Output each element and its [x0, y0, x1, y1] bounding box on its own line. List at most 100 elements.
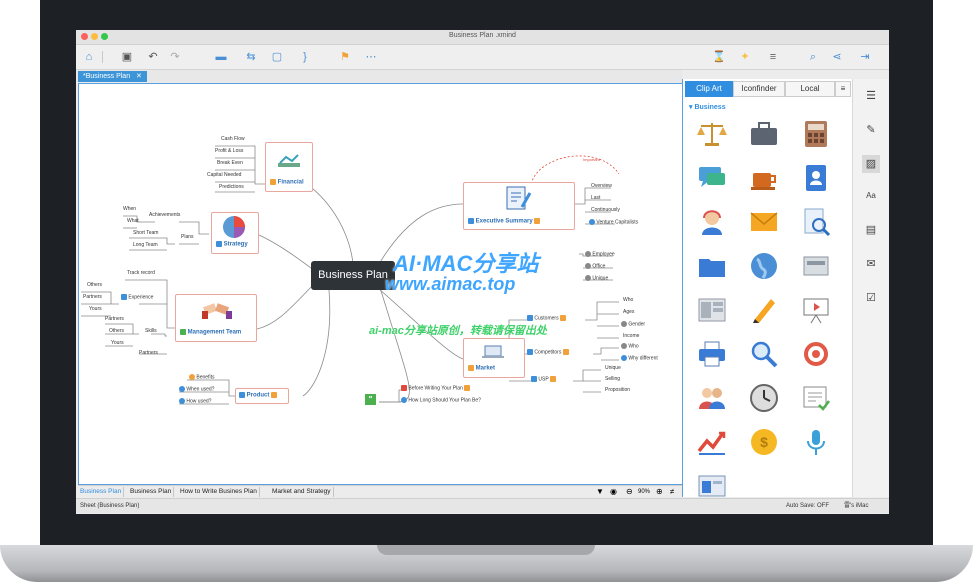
task-info-icon[interactable]: ☑: [862, 289, 880, 307]
experience-node[interactable]: Experience: [121, 294, 153, 301]
zoom-in-icon[interactable]: ⊕: [656, 487, 663, 497]
sheet-tab[interactable]: Business Plan: [78, 487, 125, 497]
calculator-icon[interactable]: [801, 119, 831, 149]
layout-icon[interactable]: [697, 295, 727, 325]
folder-icon[interactable]: [697, 251, 727, 281]
list-item[interactable]: Yours: [111, 340, 124, 347]
central-topic[interactable]: Business Plan: [311, 261, 395, 290]
outline-icon[interactable]: ≡: [766, 50, 780, 64]
quote-icon[interactable]: ": [365, 394, 376, 405]
globe-icon[interactable]: [749, 251, 779, 281]
list-item[interactable]: Profit & Loss: [215, 148, 243, 155]
list-item[interactable]: Last: [591, 195, 600, 202]
before-writing-node[interactable]: Before Writing Your Plan: [401, 385, 471, 392]
achievements-node[interactable]: Achievements: [149, 212, 180, 219]
outliner-icon[interactable]: ☰: [862, 87, 880, 105]
management-topic[interactable]: Management Team: [175, 294, 257, 342]
list-item[interactable]: Others: [109, 328, 124, 335]
list-item[interactable]: Income: [623, 333, 639, 340]
list-item[interactable]: Long Team: [133, 242, 158, 249]
list-item[interactable]: Benefits: [189, 374, 214, 381]
list-item[interactable]: How used?: [179, 398, 211, 405]
notes-icon[interactable]: ▤: [862, 221, 880, 239]
tab-local[interactable]: Local: [785, 81, 835, 97]
home-icon[interactable]: ⌂: [82, 50, 96, 64]
scales-icon[interactable]: [697, 119, 727, 149]
list-item[interactable]: When: [123, 206, 136, 213]
sheet-tab[interactable]: Market and Strategy: [270, 487, 334, 497]
competitors-node[interactable]: Competitors: [527, 349, 569, 356]
image-icon[interactable]: ▨: [862, 155, 880, 173]
list-item[interactable]: Break Even: [217, 160, 243, 167]
list-item[interactable]: Predictions: [219, 184, 244, 191]
list-item[interactable]: Proposition: [605, 387, 630, 394]
list-item[interactable]: Gender: [621, 321, 645, 328]
list-item[interactable]: Who: [621, 343, 639, 350]
presentation-icon[interactable]: [801, 295, 831, 325]
magnifier-icon[interactable]: [749, 339, 779, 369]
microphone-icon[interactable]: [801, 427, 831, 457]
how-long-node[interactable]: How Long Should Your Plan Be?: [401, 397, 481, 404]
more-icon[interactable]: ⋯: [364, 50, 378, 64]
tab-iconfinder[interactable]: Iconfinder: [733, 81, 785, 97]
text-style-icon[interactable]: Aa: [862, 187, 880, 205]
certificate-icon[interactable]: [801, 383, 831, 413]
briefcase-icon[interactable]: [749, 119, 779, 149]
list-item[interactable]: Employee: [585, 251, 615, 258]
coffee-icon[interactable]: [749, 163, 779, 193]
executive-summary-topic[interactable]: Executive Summary: [463, 182, 575, 230]
document-tab[interactable]: *Business Plan ✕: [78, 71, 147, 82]
list-item[interactable]: Venture Capitalists: [589, 219, 638, 226]
category-business[interactable]: ▾ Business: [689, 103, 726, 111]
search-icon[interactable]: ⌕: [806, 50, 820, 64]
list-item[interactable]: Unique: [585, 275, 608, 282]
contacts-icon[interactable]: [801, 163, 831, 193]
mindmap-canvas[interactable]: Business Plan Financial Cash Flow Profit…: [78, 83, 684, 485]
list-item[interactable]: Why different: [621, 355, 658, 362]
strategy-topic[interactable]: Strategy: [211, 212, 259, 254]
list-item[interactable]: What: [127, 218, 139, 225]
partners-node[interactable]: Partners: [139, 350, 158, 357]
insert-topic-icon[interactable]: ▬: [214, 50, 228, 64]
chart-icon[interactable]: [697, 427, 727, 457]
flag-marker-icon[interactable]: ⚑: [338, 50, 352, 64]
filter-icon[interactable]: ▼: [596, 487, 604, 497]
export-icon[interactable]: ⇥: [858, 50, 872, 64]
support-icon[interactable]: [697, 207, 727, 237]
list-item[interactable]: Selling: [605, 376, 620, 383]
clock-icon[interactable]: [749, 383, 779, 413]
task-icon[interactable]: ⌛: [712, 50, 726, 64]
format-brush-icon[interactable]: ✎: [862, 121, 880, 139]
product-topic[interactable]: Product: [235, 388, 289, 404]
list-item[interactable]: Overview: [591, 183, 612, 190]
save-icon[interactable]: ▣: [120, 50, 134, 64]
team-icon[interactable]: [697, 383, 727, 413]
share-icon[interactable]: ⋖: [830, 50, 844, 64]
pencil-icon[interactable]: [749, 295, 779, 325]
summary-icon[interactable]: }: [298, 50, 312, 64]
coin-icon[interactable]: $: [749, 427, 779, 457]
list-item[interactable]: Capital Needed: [207, 172, 241, 179]
market-topic[interactable]: Market: [463, 338, 525, 378]
list-item[interactable]: When used?: [179, 386, 214, 393]
list-item[interactable]: Others: [87, 282, 102, 289]
list-item[interactable]: Who: [623, 297, 633, 304]
redo-icon[interactable]: ↷: [168, 50, 182, 64]
eye-icon[interactable]: ◉: [610, 487, 617, 497]
boundary-icon[interactable]: ▢: [270, 50, 284, 64]
list-item[interactable]: Office: [585, 263, 605, 270]
fit-icon[interactable]: ≠: [670, 487, 674, 497]
relationship-label[interactable]: Important: [583, 156, 600, 163]
list-item[interactable]: Unique: [605, 365, 621, 372]
sheet-tab[interactable]: Business Plan: [128, 487, 175, 497]
zoom-out-icon[interactable]: ⊖: [626, 487, 633, 497]
skills-node[interactable]: Skills: [145, 328, 157, 335]
undo-icon[interactable]: ↶: [146, 50, 160, 64]
list-item[interactable]: Cash Flow: [221, 136, 245, 143]
track-record-node[interactable]: Track record: [127, 270, 155, 277]
usp-node[interactable]: USP: [531, 376, 556, 383]
drawer-icon[interactable]: [801, 251, 831, 281]
list-item[interactable]: Partners: [105, 316, 124, 323]
list-item[interactable]: Partners: [83, 294, 102, 301]
autosave-status[interactable]: Auto Save: OFF: [786, 499, 829, 513]
